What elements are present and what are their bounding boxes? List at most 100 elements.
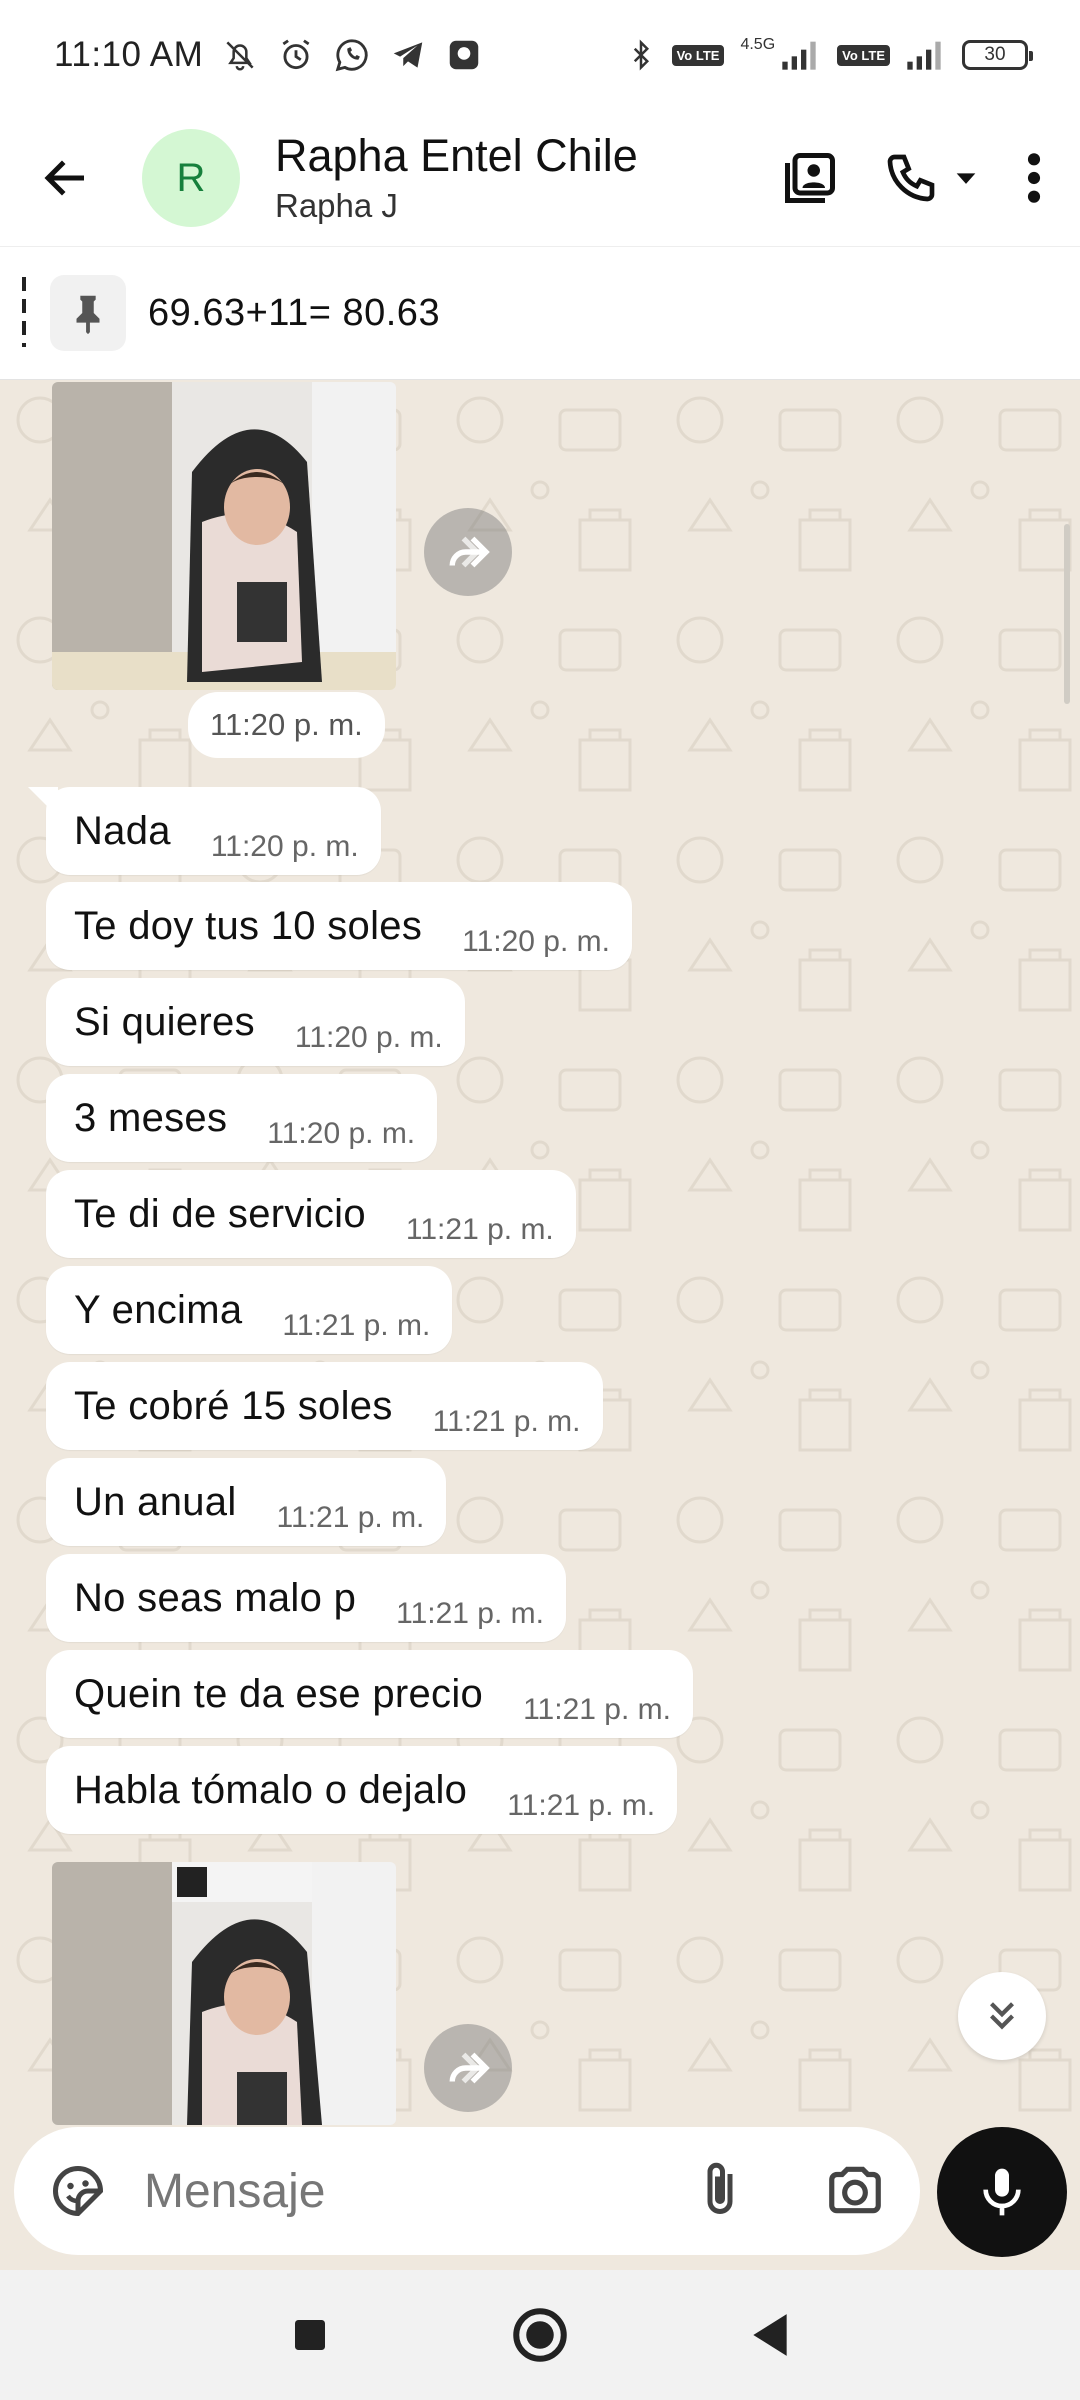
scroll-to-bottom-button[interactable] — [958, 1972, 1046, 2060]
message-bubble[interactable]: No seas malo p 11:21 p. m. — [46, 1554, 566, 1642]
camera-button[interactable] — [824, 2159, 886, 2226]
status-system-icons: Vo LTE 4.5G Vo LTE 30 — [626, 36, 1033, 72]
square-icon — [295, 2320, 325, 2350]
forward-icon — [449, 536, 490, 568]
message-bubble[interactable]: Un anual 11:21 p. m. — [46, 1458, 447, 1546]
caret-down-icon — [956, 173, 976, 184]
arrow-left-icon — [44, 160, 84, 196]
image-message[interactable] — [52, 1862, 396, 2125]
header-actions — [770, 138, 1054, 218]
pinned-indicator — [22, 277, 26, 347]
image-message[interactable] — [52, 382, 396, 690]
status-notification-icons — [221, 36, 483, 74]
message-time: 11:21 p. m. — [282, 1309, 431, 1342]
message-text: Te cobré 15 soles — [74, 1383, 393, 1428]
volte-badge-1: Vo LTE — [671, 44, 725, 66]
paperclip-icon — [707, 2162, 733, 2214]
avatar[interactable]: R — [142, 129, 240, 227]
message-text: Si quieres — [74, 999, 255, 1044]
message-text: 3 meses — [74, 1095, 228, 1140]
app-notification-icon — [450, 40, 479, 70]
message-time: 11:21 p. m. — [396, 1597, 544, 1630]
forward-icon — [449, 2052, 490, 2084]
message-composer: Mensaje — [0, 2125, 1080, 2270]
message-time: 11:21 p. m. — [276, 1501, 425, 1534]
voice-message-button[interactable] — [937, 2127, 1067, 2257]
message-text: Un anual — [74, 1479, 237, 1524]
call-dropdown-button[interactable] — [946, 138, 986, 218]
message-bubble[interactable]: Te doy tus 10 soles 11:20 p. m. — [46, 882, 632, 970]
bluetooth-icon — [633, 39, 649, 71]
message-time: 11:21 p. m. — [432, 1405, 581, 1438]
message-text: Nada — [74, 808, 171, 853]
home-button[interactable] — [500, 2295, 580, 2375]
back-nav-button[interactable] — [730, 2295, 810, 2375]
message-text: No seas malo p — [74, 1575, 357, 1620]
pinned-text: 69.63+11= 80.63 — [148, 291, 441, 334]
status-time: 11:10 AM — [54, 35, 204, 74]
call-button[interactable] — [876, 138, 946, 218]
whatsapp-icon — [335, 39, 368, 72]
message-time: 11:21 p. m. — [405, 1213, 554, 1246]
phone-icon — [887, 154, 935, 202]
signal-icon-2 — [907, 41, 941, 70]
more-vertical-icon — [1027, 153, 1041, 203]
message-time: 11:20 p. m. — [210, 830, 359, 863]
contact-name: Rapha Entel Chile — [275, 130, 638, 181]
message-bubble[interactable]: Si quieres 11:20 p. m. — [46, 978, 465, 1066]
recents-button[interactable] — [270, 2295, 350, 2375]
message-time: 11:21 p. m. — [523, 1693, 671, 1726]
message-bubble[interactable]: Habla tómalo o dejalo 11:21 p. m. — [46, 1746, 678, 1834]
forward-button[interactable] — [424, 2024, 512, 2112]
message-time: 11:21 p. m. — [507, 1789, 656, 1822]
circle-home-icon — [513, 2308, 567, 2362]
contact-info[interactable]: Rapha Entel Chile Rapha J — [275, 128, 638, 228]
message-bubble[interactable]: Y encima 11:21 p. m. — [46, 1266, 453, 1354]
triangle-back-icon — [753, 2314, 787, 2356]
image-timestamp: 11:20 p. m. — [188, 692, 385, 758]
message-text: Quein te da ese precio — [74, 1671, 484, 1716]
message-time: 11:20 p. m. — [267, 1117, 416, 1150]
message-bubble[interactable]: Te cobré 15 soles 11:21 p. m. — [46, 1362, 603, 1450]
message-bubble[interactable]: Te di de servicio 11:21 p. m. — [46, 1170, 576, 1258]
message-time: 11:20 p. m. — [294, 1021, 443, 1054]
scrollbar[interactable] — [1064, 524, 1070, 704]
network-type: 4.5G — [740, 36, 776, 53]
contact-card-button[interactable] — [770, 138, 850, 218]
mic-icon — [983, 2168, 1021, 2216]
status-bar: 11:10 AM Vo LTE 4.5G Vo LTE 30 — [0, 0, 1080, 110]
message-text: Te doy tus 10 soles — [74, 903, 423, 948]
pinned-message-bar[interactable]: 69.63+11= 80.63 — [0, 246, 1080, 380]
system-navigation-bar — [0, 2270, 1080, 2400]
sticker-icon — [53, 2165, 104, 2217]
back-button[interactable] — [26, 138, 106, 218]
pin-icon — [50, 275, 126, 351]
sticker-button[interactable] — [46, 2159, 110, 2223]
chat-header: R Rapha Entel Chile Rapha J — [0, 110, 1080, 246]
message-input[interactable]: Mensaje — [144, 2164, 325, 2219]
battery-icon: 30 — [962, 40, 1033, 70]
attach-button[interactable] — [690, 2159, 750, 2224]
message-text: Habla tómalo o dejalo — [74, 1767, 468, 1812]
message-input-container[interactable]: Mensaje — [14, 2127, 920, 2255]
message-text: Te di de servicio — [74, 1191, 366, 1236]
volte-badge-2: Vo LTE — [837, 44, 890, 66]
bell-off-icon — [226, 41, 254, 71]
message-bubble[interactable]: Quein te da ese precio 11:21 p. m. — [46, 1650, 693, 1738]
camera-icon — [829, 2166, 881, 2214]
double-chevron-down-icon — [990, 2002, 1014, 2030]
contact-card-icon — [785, 153, 835, 203]
battery-level: 30 — [984, 44, 1006, 65]
avatar-initial: R — [176, 155, 206, 200]
message-text: Y encima — [74, 1287, 243, 1332]
menu-button[interactable] — [1014, 138, 1054, 218]
message-bubble[interactable]: 3 meses 11:20 p. m. — [46, 1074, 438, 1162]
contact-subtitle: Rapha J — [275, 187, 398, 224]
forward-button[interactable] — [424, 508, 512, 596]
signal-icon — [782, 41, 816, 70]
alarm-icon — [282, 39, 310, 70]
chat-area[interactable]: 11:20 p. m. Nada 11:20 p. m. Te doy tus … — [0, 380, 1080, 2125]
telegram-icon — [394, 42, 423, 68]
message-bubble[interactable]: Nada 11:20 p. m. — [46, 787, 381, 875]
photo-child-blanket — [52, 1862, 396, 2125]
